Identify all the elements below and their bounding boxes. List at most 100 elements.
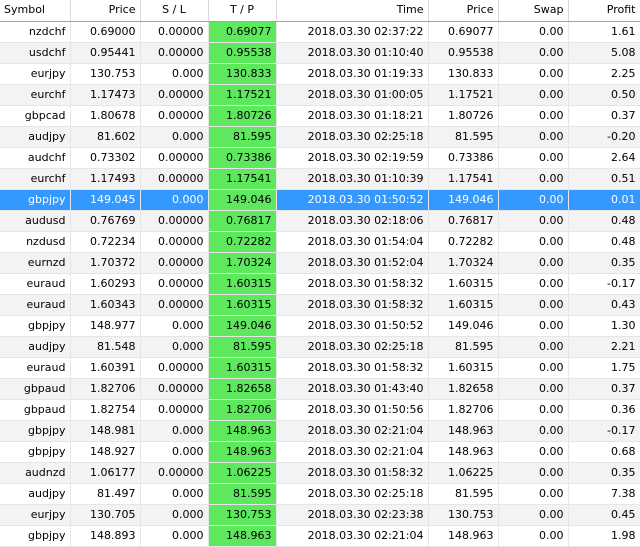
cell-sl: 0.00000 [140,84,209,106]
cell-tp: 130.753 [208,504,277,526]
cell-profit: 0.35 [568,252,640,274]
column-header-price[interactable]: Price [70,0,141,22]
cell-close-price: 1.82706 [428,399,499,421]
cell-profit: 0.36 [568,399,640,421]
cell-swap: 0.00 [498,525,569,547]
table-row[interactable]: audusd 0.76769 0.00000 0.76817 2018.03.30 02… [0,210,640,232]
cell-price: 1.82754 [70,399,141,421]
cell-price: 0.95441 [70,42,141,64]
cell-profit: 0.68 [568,441,640,463]
orders-table: Symbol Price S / L T / P Time Price Swap… [0,0,640,547]
table-body: nzdchf 0.69000 0.00000 0.69077 2018.03.30 02… [0,21,640,547]
column-header-sl[interactable]: S / L [140,0,209,22]
cell-price: 81.602 [70,126,141,148]
cell-symbol: gbpjpy [0,189,71,211]
cell-price: 1.60343 [70,294,141,316]
table-row[interactable]: gbpjpy 148.893 0.000 148.963 2018.03.30 02:2… [0,525,640,547]
column-header-swap[interactable]: Swap [498,0,569,22]
cell-swap: 0.00 [498,105,569,127]
table-row[interactable]: eurchf 1.17493 0.00000 1.17541 2018.03.30 01… [0,168,640,190]
cell-tp: 1.17521 [208,84,277,106]
cell-symbol: eurnzd [0,252,71,274]
cell-symbol: gbpaud [0,399,71,421]
table-row[interactable]: audjpy 81.548 0.000 81.595 2018.03.30 02:25:… [0,336,640,358]
cell-swap: 0.00 [498,210,569,232]
cell-profit: -0.20 [568,126,640,148]
cell-close-price: 1.82658 [428,378,499,400]
cell-profit: 1.75 [568,357,640,379]
table-row[interactable]: gbpaud 1.82754 0.00000 1.82706 2018.03.30 01… [0,399,640,421]
cell-sl: 0.000 [140,315,209,337]
cell-time: 2018.03.30 01:58:32 [276,294,429,316]
cell-tp: 1.82706 [208,399,277,421]
cell-close-price: 81.595 [428,483,499,505]
cell-swap: 0.00 [498,63,569,85]
table-row[interactable]: gbpjpy 148.981 0.000 148.963 2018.03.30 02:2… [0,420,640,442]
cell-sl: 0.000 [140,441,209,463]
cell-time: 2018.03.30 01:52:04 [276,252,429,274]
cell-close-price: 148.963 [428,441,499,463]
cell-swap: 0.00 [498,357,569,379]
table-row[interactable]: gbpcad 1.80678 0.00000 1.80726 2018.03.30 01… [0,105,640,127]
cell-sl: 0.000 [140,336,209,358]
cell-price: 1.17473 [70,84,141,106]
cell-sl: 0.00000 [140,294,209,316]
table-row[interactable]: audjpy 81.497 0.000 81.595 2018.03.30 02:25:… [0,483,640,505]
table-row[interactable]: euraud 1.60293 0.00000 1.60315 2018.03.30 01… [0,273,640,295]
cell-tp: 0.95538 [208,42,277,64]
cell-sl: 0.000 [140,420,209,442]
table-row[interactable]: gbpjpy 149.045 0.000 149.046 2018.03.30 01:5… [0,189,640,211]
table-row[interactable]: nzdusd 0.72234 0.00000 0.72282 2018.03.30 01… [0,231,640,253]
cell-profit: 2.64 [568,147,640,169]
cell-swap: 0.00 [498,378,569,400]
cell-profit: 7.38 [568,483,640,505]
cell-swap: 0.00 [498,126,569,148]
cell-time: 2018.03.30 01:10:39 [276,168,429,190]
table-row[interactable]: euraud 1.60391 0.00000 1.60315 2018.03.30 01… [0,357,640,379]
table-row[interactable]: gbpjpy 148.927 0.000 148.963 2018.03.30 02:2… [0,441,640,463]
cell-profit: -0.17 [568,420,640,442]
cell-swap: 0.00 [498,231,569,253]
cell-price: 0.76769 [70,210,141,232]
cell-tp: 148.963 [208,525,277,547]
cell-swap: 0.00 [498,42,569,64]
table-row[interactable]: gbpjpy 148.977 0.000 149.046 2018.03.30 01:5… [0,315,640,337]
column-header-close-price[interactable]: Price [428,0,499,22]
cell-tp: 149.046 [208,189,277,211]
cell-profit: 1.61 [568,21,640,43]
table-row[interactable]: euraud 1.60343 0.00000 1.60315 2018.03.30 01… [0,294,640,316]
cell-price: 0.72234 [70,231,141,253]
cell-sl: 0.00000 [140,252,209,274]
cell-time: 2018.03.30 01:10:40 [276,42,429,64]
cell-price: 81.548 [70,336,141,358]
cell-close-price: 149.046 [428,189,499,211]
table-row[interactable]: audjpy 81.602 0.000 81.595 2018.03.30 02:25:… [0,126,640,148]
table-row[interactable]: nzdchf 0.69000 0.00000 0.69077 2018.03.30 02… [0,21,640,43]
cell-time: 2018.03.30 02:25:18 [276,126,429,148]
cell-profit: 0.01 [568,189,640,211]
column-header-tp[interactable]: T / P [208,0,277,22]
cell-profit: 0.48 [568,210,640,232]
table-row[interactable]: audchf 0.73302 0.00000 0.73386 2018.03.30 02… [0,147,640,169]
table-row[interactable]: gbpaud 1.82706 0.00000 1.82658 2018.03.30 01… [0,378,640,400]
cell-time: 2018.03.30 02:23:38 [276,504,429,526]
table-row[interactable]: eurjpy 130.705 0.000 130.753 2018.03.30 02:2… [0,504,640,526]
column-header-symbol[interactable]: Symbol [0,0,71,22]
cell-tp: 1.70324 [208,252,277,274]
cell-sl: 0.000 [140,63,209,85]
table-row[interactable]: eurnzd 1.70372 0.00000 1.70324 2018.03.30 01… [0,252,640,274]
cell-profit: 1.98 [568,525,640,547]
cell-sl: 0.00000 [140,147,209,169]
table-row[interactable]: eurchf 1.17473 0.00000 1.17521 2018.03.30 01… [0,84,640,106]
cell-symbol: euraud [0,273,71,295]
cell-tp: 148.963 [208,441,277,463]
table-row[interactable]: eurjpy 130.753 0.000 130.833 2018.03.30 01:1… [0,63,640,85]
table-row[interactable]: usdchf 0.95441 0.00000 0.95538 2018.03.30 01… [0,42,640,64]
cell-sl: 0.00000 [140,399,209,421]
cell-swap: 0.00 [498,273,569,295]
cell-profit: 2.25 [568,63,640,85]
cell-symbol: nzdchf [0,21,71,43]
column-header-time[interactable]: Time [276,0,429,22]
cell-sl: 0.000 [140,504,209,526]
column-header-profit[interactable]: Profit [568,0,640,22]
